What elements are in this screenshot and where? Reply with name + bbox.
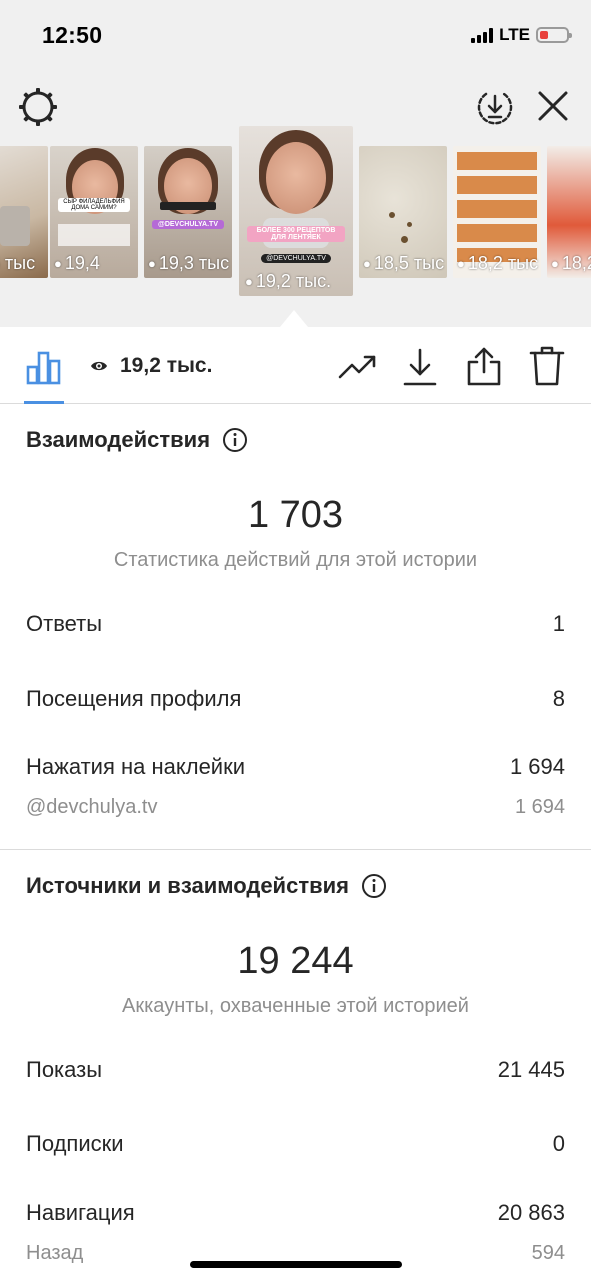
story-thumbnail[interactable]: @DEVCHULYA.TV ● 19,3 тыс [144, 146, 232, 278]
interactions-heading: Взаимодействия [26, 427, 248, 453]
metric-row: Показы 21 445 [26, 1057, 565, 1083]
story-thumbnail[interactable]: СЫР ФИЛАДЕЛЬФИЯ ДОМА САМИМ? ● 19,4 [50, 146, 138, 278]
metric-label: Навигация [26, 1200, 135, 1225]
eye-icon: ● [54, 256, 62, 271]
interactions-title: Взаимодействия [26, 427, 211, 452]
status-indicators: LTE [471, 25, 572, 45]
story-view-count: ● 19,4 [54, 253, 100, 273]
status-time: 12:50 [42, 22, 103, 48]
discovery-caption: Аккаунты, охваченные этой историей [122, 995, 469, 1017]
battery-level [540, 31, 548, 39]
metric-value: 1 694 [509, 754, 565, 779]
story-view-count: ●18,2 [551, 253, 591, 273]
trash-icon[interactable] [529, 345, 565, 387]
story-caption-sticker: @DEVCHULYA.TV [261, 254, 331, 263]
eye-icon [91, 361, 107, 371]
metric-row: Нажатия на наклейки 1 694 [26, 754, 565, 780]
network-type: LTE [499, 25, 530, 44]
metric-value: 1 [552, 611, 565, 636]
story-thumbnail[interactable]: ●18,2 [547, 146, 591, 278]
story-caption: @DEVCHULYA.TV [152, 220, 224, 229]
metric-row: Ответы 1 [26, 611, 565, 637]
bar-chart-icon[interactable] [24, 349, 64, 385]
discovery-heading: Источники и взаимодействия [26, 873, 387, 899]
interactions-total: 1 703 [247, 494, 344, 536]
gear-icon[interactable] [18, 87, 58, 127]
metric-label: Подписки [26, 1131, 124, 1156]
download-circle-icon[interactable] [475, 87, 515, 127]
metric-row: Навигация 20 863 [26, 1200, 565, 1226]
metric-subvalue: 1 694 [514, 796, 565, 818]
story-thumbnail[interactable]: ●6,6 тыс [0, 146, 48, 278]
story-header-area: 12:50 LTE тыс СЫР ФИЛАДЕЛЬФИЯ ДОМА САМИМ… [0, 0, 591, 327]
story-caption: БОЛЕЕ 300 РЕЦЕПТОВ ДЛЯ ЛЕНТЯЕК [247, 226, 345, 242]
battery-icon [536, 27, 572, 43]
story-thumbnail[interactable]: ● 18,2 тыс [453, 146, 541, 278]
discovery-title: Источники и взаимодействия [26, 873, 349, 898]
metric-subvalue: 594 [531, 1242, 565, 1264]
metric-label: Показы [26, 1057, 103, 1082]
story-thumbnail[interactable]: ● 18,5 тыс [359, 146, 447, 278]
share-icon[interactable] [465, 345, 503, 387]
close-icon[interactable] [535, 88, 571, 124]
eye-icon: ● [457, 256, 465, 271]
eye-icon: ● [245, 274, 253, 289]
metric-sublabel: Назад [26, 1242, 84, 1264]
active-story-pointer [280, 310, 308, 327]
story-thumbnails[interactable]: ●6,6 тыс СЫР ФИЛАДЕЛЬФИЯ ДОМА САМИМ? ●19… [0, 126, 591, 326]
story-thumbnail-active[interactable]: БОЛЕЕ 300 РЕЦЕПТОВ ДЛЯ ЛЕНТЯЕК @DEVCHULY… [239, 126, 353, 296]
trend-icon[interactable] [338, 349, 378, 385]
discovery-total: 19 244 [237, 940, 354, 982]
story-view-count: ● 18,2 тыс [457, 253, 539, 273]
home-indicator[interactable] [190, 1261, 402, 1268]
insights-toolbar: 19,2 тыс. [0, 327, 591, 404]
story-caption: СЫР ФИЛАДЕЛЬФИЯ ДОМА САМИМ? [58, 198, 130, 212]
story-view-count: ●6,6 тыс [0, 253, 36, 273]
eye-icon: ● [363, 256, 371, 271]
metric-row: Посещения профиля 8 [26, 686, 565, 712]
metric-value: 21 445 [497, 1057, 565, 1082]
info-icon[interactable] [361, 873, 387, 899]
metric-label: Нажатия на наклейки [26, 754, 246, 779]
eye-icon: ● [551, 256, 559, 271]
story-view-count: ● 18,5 тыс [363, 253, 445, 273]
info-icon[interactable] [222, 427, 248, 453]
metric-label: Ответы [26, 611, 103, 636]
metric-value: 20 863 [497, 1200, 565, 1225]
metric-subrow: @devchulya.tv 1 694 [26, 796, 565, 819]
interactions-caption: Статистика действий для этой истории [113, 549, 478, 571]
active-tab-indicator [24, 401, 64, 404]
signal-icon [471, 27, 494, 43]
views-count: 19,2 тыс. [120, 354, 213, 377]
story-view-count: ● 19,3 тыс [148, 253, 230, 273]
story-view-count: ● 19,2 тыс. [245, 271, 332, 291]
metric-value: 0 [552, 1131, 565, 1156]
section-divider [0, 849, 591, 850]
metric-value: 8 [552, 686, 565, 711]
metric-row: Подписки 0 [26, 1131, 565, 1157]
metric-label: Посещения профиля [26, 686, 242, 711]
story-views: 19,2 тыс. [90, 354, 212, 378]
eye-icon: ● [148, 256, 156, 271]
save-icon[interactable] [401, 347, 439, 387]
metric-sublabel: @devchulya.tv [26, 796, 158, 818]
